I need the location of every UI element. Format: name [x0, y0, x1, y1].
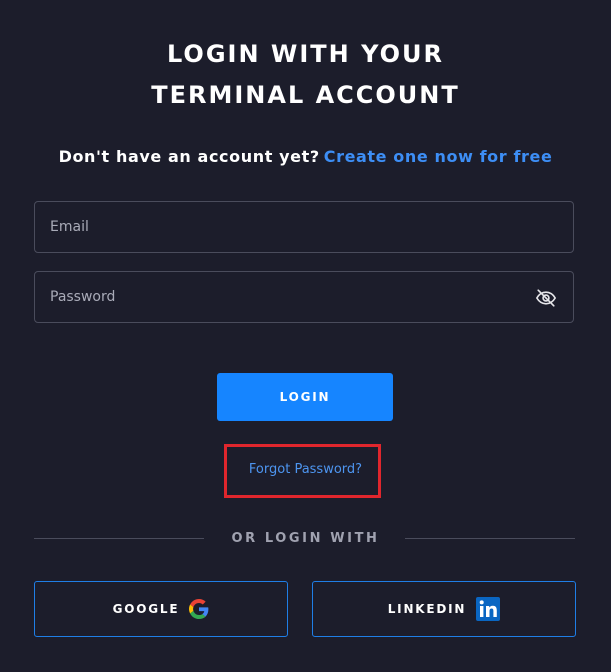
eye-slash-icon[interactable] [535, 287, 557, 309]
email-field[interactable] [34, 201, 574, 253]
email-input[interactable] [50, 202, 520, 252]
login-button[interactable]: LOGIN [217, 373, 393, 421]
linkedin-button-label: LINKEDIN [387, 602, 467, 616]
signup-text: Don't have an account yet? [58, 147, 320, 166]
password-input[interactable] [50, 272, 520, 322]
forgot-password-link[interactable]: Forgot Password? [0, 460, 611, 480]
password-field[interactable] [34, 271, 574, 323]
page-title: LOGIN WITH YOUR TERMINAL ACCOUNT [0, 34, 611, 116]
divider-label: OR LOGIN WITH [231, 531, 380, 546]
signup-prompt: Don't have an account yet? Create one now… [0, 145, 611, 169]
google-icon [189, 599, 209, 619]
create-account-link[interactable]: Create one now for free [324, 147, 553, 166]
linkedin-icon [476, 597, 501, 621]
title-line-2: TERMINAL ACCOUNT [151, 81, 460, 109]
divider-line-right [405, 538, 575, 539]
login-page: LOGIN WITH YOUR TERMINAL ACCOUNT Don't h… [0, 0, 611, 672]
google-button-label: GOOGLE [112, 602, 180, 616]
google-login-button[interactable]: GOOGLE [34, 581, 288, 637]
linkedin-login-button[interactable]: LINKEDIN [312, 581, 576, 637]
title-line-1: LOGIN WITH YOUR [166, 40, 445, 68]
